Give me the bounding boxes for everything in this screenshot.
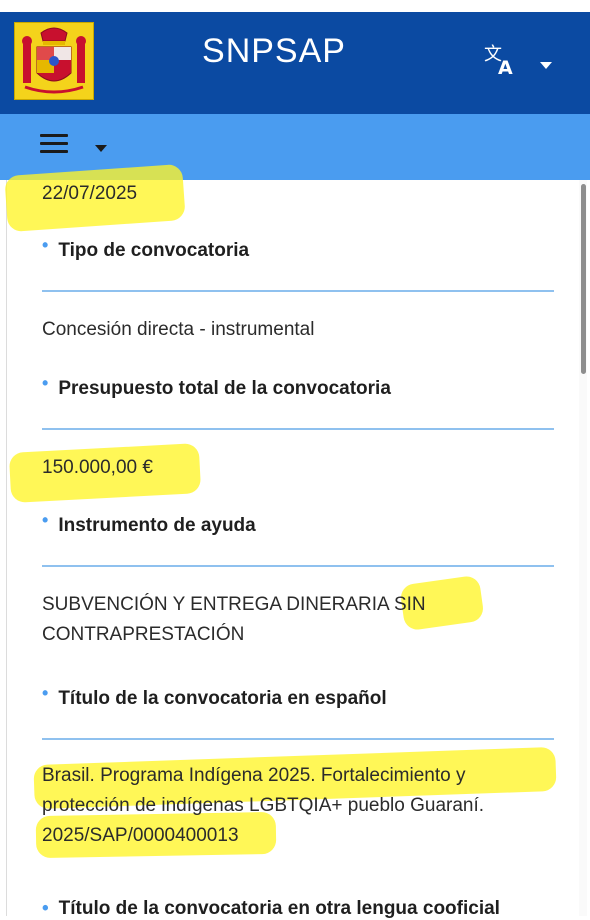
bullet-dot-icon: • <box>42 683 49 703</box>
translate-icon[interactable]: 文 A <box>482 42 518 81</box>
scrollbar-thumb[interactable] <box>581 184 586 374</box>
field-value: Concesión directa - instrumental <box>42 319 315 340</box>
field-label-text: Presupuesto total de la convocatoria <box>58 378 391 399</box>
bullet-dot-icon: • <box>42 373 49 393</box>
field-value-line: 2025/SAP/0000400013 <box>42 825 239 846</box>
field-label: • Tipo de convocatoria <box>42 235 250 262</box>
field-label: • Título de la convocatoria en otra lengu… <box>42 898 500 920</box>
field-label-text: Tipo de convocatoria <box>58 240 250 261</box>
field-label: • Presupuesto total de la convocatoria <box>42 373 391 400</box>
chevron-down-icon[interactable] <box>538 57 554 75</box>
hamburger-menu-icon[interactable] <box>40 134 70 158</box>
field-value-line: Brasil. Programa Indígena 2025. Fortalec… <box>42 765 466 786</box>
divider <box>42 565 554 567</box>
divider <box>42 290 554 292</box>
divider <box>42 428 554 430</box>
bullet-dot-icon: • <box>42 510 49 530</box>
svg-text:A: A <box>498 57 513 76</box>
app-title: SNPSAP <box>202 32 346 70</box>
field-label-text: Instrumento de ayuda <box>58 515 256 536</box>
divider <box>42 738 554 740</box>
chevron-down-icon[interactable] <box>94 140 108 158</box>
field-value-line: protección de indígenas LGBTQIA+ pueblo … <box>42 795 485 816</box>
budget-value: 150.000,00 € <box>42 457 153 478</box>
field-value-line: SUBVENCIÓN Y ENTREGA DINERARIA SIN <box>42 594 426 615</box>
field-label: • Instrumento de ayuda <box>42 510 256 537</box>
field-value-line: CONTRAPRESTACIÓN <box>42 624 245 645</box>
bullet-dot-icon: • <box>42 235 49 255</box>
date-value: 22/07/2025 <box>42 183 138 204</box>
field-label: • Título de la convocatoria en español <box>42 683 387 710</box>
field-label-text: Título de la convocatoria en español <box>58 688 387 709</box>
